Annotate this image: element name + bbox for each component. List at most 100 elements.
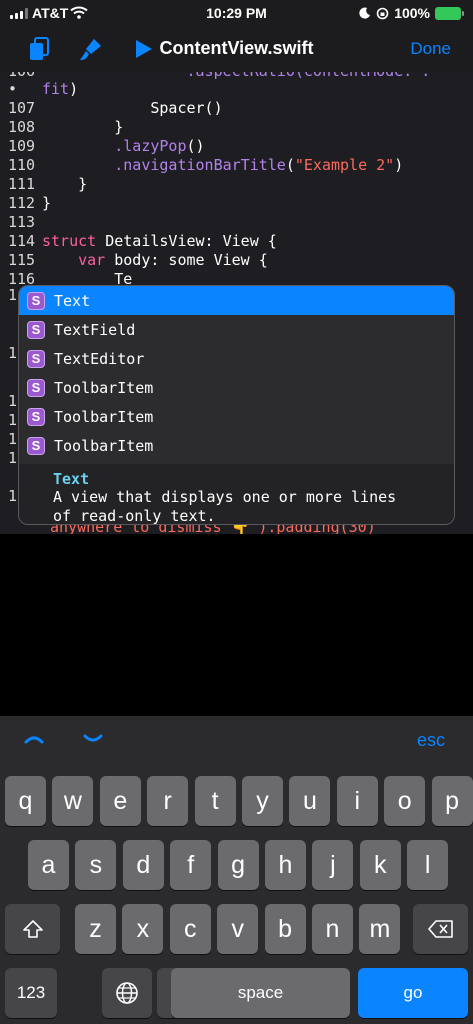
code-token: .lazyPop — [114, 137, 187, 155]
code-token: .aspectRatio(contentMode: . — [42, 72, 430, 80]
autocomplete-item-label: ToolbarItem — [54, 436, 154, 455]
status-bar: AT&T 10:29 PM 100% — [0, 0, 473, 26]
doc-title: Text — [53, 470, 90, 488]
line-number: 115 — [8, 251, 36, 269]
key-h[interactable]: h — [265, 840, 306, 890]
autocomplete-item[interactable]: S ToolbarItem — [19, 402, 454, 431]
rotation-lock-icon — [376, 7, 389, 19]
code-token: } — [42, 175, 88, 193]
autocomplete-item[interactable]: S TextEditor — [19, 344, 454, 373]
chevron-up-icon[interactable] — [23, 731, 45, 747]
space-key[interactable]: space — [171, 968, 350, 1018]
line-number: 111 — [8, 175, 36, 193]
key-p[interactable]: p — [431, 776, 473, 826]
key-k[interactable]: k — [359, 840, 401, 890]
autocomplete-item[interactable]: S ToolbarItem — [19, 431, 454, 460]
go-key[interactable]: go — [358, 968, 468, 1018]
autocomplete-item[interactable]: SToolbarItemGroup — [19, 460, 454, 462]
autocomplete-item-label: Text — [54, 291, 91, 310]
autocomplete-item[interactable]: S ToolbarItem — [19, 373, 454, 402]
line-number: • — [8, 80, 18, 98]
code-line[interactable]: • fit) — [0, 80, 78, 99]
key-u[interactable]: u — [289, 776, 331, 826]
key-s[interactable]: s — [75, 840, 117, 890]
esc-button[interactable]: esc — [417, 730, 445, 751]
key-t[interactable]: t — [194, 776, 236, 826]
key-o[interactable]: o — [384, 776, 426, 826]
line-number: 107 — [8, 99, 36, 117]
struct-badge-icon: S — [27, 407, 45, 426]
key-f[interactable]: f — [170, 840, 212, 890]
key-e[interactable]: e — [99, 776, 141, 826]
key-w[interactable]: w — [52, 776, 94, 826]
line-number: 113 — [8, 213, 36, 231]
key-l[interactable]: l — [407, 840, 449, 890]
code-token: ) — [394, 156, 404, 174]
key-g[interactable]: g — [217, 840, 259, 890]
globe-key[interactable] — [102, 968, 152, 1018]
moon-icon — [359, 7, 371, 19]
code-token: () — [186, 137, 205, 155]
autocomplete-item-label: ToolbarItem — [54, 407, 154, 426]
code-token: DetailsView: View { — [96, 232, 277, 250]
autocomplete-doc: Text A view that displays one or more li… — [19, 464, 454, 525]
battery-icon — [435, 6, 464, 20]
key-y[interactable]: y — [242, 776, 283, 826]
code-line[interactable]: 108 } — [0, 118, 123, 137]
delete-key[interactable] — [413, 904, 468, 954]
code-token: } — [42, 194, 52, 212]
key-n[interactable]: n — [312, 904, 353, 954]
keyboard-accessory-bar: esc — [0, 716, 473, 766]
key-c[interactable]: c — [169, 904, 211, 954]
autocomplete-item[interactable]: S Text — [19, 286, 454, 315]
code-line[interactable]: 114 struct DetailsView: View { — [0, 232, 277, 251]
doc-line: of read-only text. — [53, 507, 216, 525]
numbers-key[interactable]: 123 — [5, 968, 57, 1018]
autocomplete-popup: S Text S TextField S TextEditor S ToolbarItem S T… — [18, 285, 455, 525]
code-line[interactable]: 109 .lazyPop() — [0, 137, 205, 156]
struct-badge-icon: S — [27, 378, 45, 397]
autocomplete-item-label: TextEditor — [54, 349, 145, 368]
key-r[interactable]: r — [147, 776, 189, 826]
key-z[interactable]: z — [75, 904, 116, 954]
key-m[interactable]: m — [359, 904, 401, 954]
autocomplete-list: S Text S TextField S TextEditor S ToolbarItem S T… — [19, 286, 454, 462]
backspace-icon — [427, 920, 453, 938]
key-b[interactable]: b — [264, 904, 306, 954]
code-token: fit — [42, 80, 70, 98]
code-line[interactable]: 111 } — [0, 175, 87, 194]
code-token: struct — [42, 232, 97, 250]
line-number: 110 — [8, 156, 36, 174]
key-i[interactable]: i — [336, 776, 378, 826]
done-button[interactable]: Done — [410, 39, 451, 59]
shift-key[interactable] — [5, 904, 60, 954]
file-title: ContentView.swift — [159, 38, 314, 58]
line-number: 114 — [8, 232, 36, 250]
code-line[interactable]: 112} — [0, 194, 51, 213]
code-line[interactable]: 113 — [0, 213, 42, 232]
code-line[interactable]: 115 var body: some View { — [0, 251, 268, 270]
code-token: .navigationBarTitle — [114, 156, 286, 174]
key-j[interactable]: j — [312, 840, 354, 890]
autocomplete-item-label: TextField — [54, 320, 136, 339]
doc-line: A view that displays one or more lines — [53, 488, 397, 506]
key-q[interactable]: q — [5, 776, 46, 826]
shift-icon — [22, 920, 43, 938]
chevron-down-icon[interactable] — [82, 731, 104, 747]
key-a[interactable]: a — [28, 840, 69, 890]
code-line[interactable]: 107 Spacer() — [0, 99, 223, 118]
key-x[interactable]: x — [122, 904, 164, 954]
autocomplete-item[interactable]: S TextField — [19, 315, 454, 344]
struct-badge-icon: S — [27, 320, 45, 339]
code-token: Spacer() — [42, 99, 223, 117]
code-line[interactable]: 110 .navigationBarTitle("Example 2") — [0, 156, 403, 175]
globe-icon — [116, 982, 138, 1004]
struct-badge-icon: S — [27, 291, 45, 310]
code-token: ( — [285, 156, 295, 174]
key-v[interactable]: v — [217, 904, 259, 954]
key-d[interactable]: d — [122, 840, 164, 890]
code-token: var — [78, 251, 106, 269]
